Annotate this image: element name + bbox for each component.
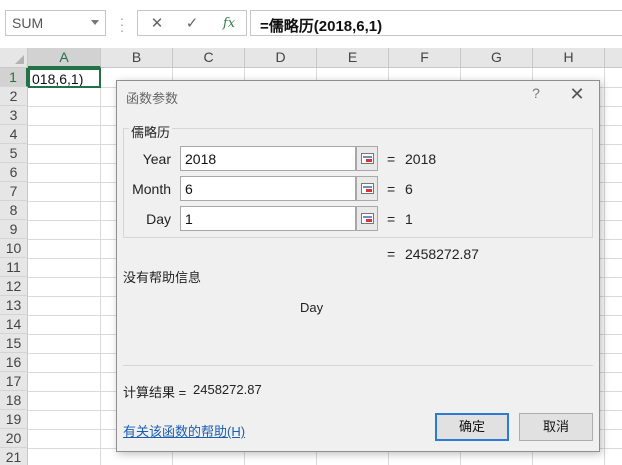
column-header-e[interactable]: E bbox=[317, 48, 389, 68]
row-header-10[interactable]: 10 bbox=[0, 239, 28, 258]
equals-sign: = bbox=[387, 181, 396, 197]
month-input[interactable]: 6 bbox=[180, 176, 356, 201]
current-argument-name: Day bbox=[300, 300, 324, 315]
cancel-icon[interactable]: ✕ bbox=[144, 13, 170, 35]
column-header-f[interactable]: F bbox=[389, 48, 461, 68]
arg-label-day: Day bbox=[146, 211, 171, 227]
dialog-title: 函数参数 bbox=[126, 91, 179, 106]
row-header-2[interactable]: 2 bbox=[0, 87, 28, 106]
column-header-h[interactable]: H bbox=[533, 48, 605, 68]
range-select-icon bbox=[361, 213, 374, 224]
grid-line bbox=[100, 68, 101, 465]
row-header-14[interactable]: 14 bbox=[0, 315, 28, 334]
select-all-icon bbox=[15, 55, 24, 64]
row-header-4[interactable]: 4 bbox=[0, 125, 28, 144]
enter-icon[interactable]: ✓ bbox=[179, 13, 205, 35]
column-header-b[interactable]: B bbox=[101, 48, 173, 68]
row-header-1[interactable]: 1 bbox=[0, 68, 28, 87]
formula-result: 2458272.87 bbox=[405, 246, 479, 262]
equals-sign: = bbox=[387, 246, 396, 262]
calc-result-label: 计算结果 = bbox=[123, 385, 187, 400]
row-header-12[interactable]: 12 bbox=[0, 277, 28, 296]
formula-input[interactable]: =儒略历(2018,6,1) bbox=[250, 10, 622, 36]
equals-sign: = bbox=[387, 211, 396, 227]
cancel-button[interactable]: 取消 bbox=[519, 413, 593, 441]
day-input[interactable]: 1 bbox=[180, 206, 356, 231]
function-arguments-dialog: 函数参数 ? ✕ 儒略历 Year 2018 = 2018 Month 6 = … bbox=[116, 80, 600, 452]
column-header-g[interactable]: G bbox=[461, 48, 533, 68]
row-header-19[interactable]: 19 bbox=[0, 410, 28, 429]
function-help-link[interactable]: 有关该函数的帮助(H) bbox=[123, 421, 245, 440]
drag-handle-icon[interactable]: · · · bbox=[119, 11, 125, 37]
row-header-17[interactable]: 17 bbox=[0, 372, 28, 391]
formula-buttons: ✕ ✓ fx bbox=[137, 10, 247, 36]
close-icon[interactable]: ✕ bbox=[567, 84, 587, 104]
column-header-d[interactable]: D bbox=[245, 48, 317, 68]
calc-result-value: 2458272.87 bbox=[193, 382, 262, 397]
chevron-down-icon[interactable] bbox=[91, 20, 99, 25]
formula-bar: SUM · · · ✕ ✓ fx =儒略历(2018,6,1) bbox=[0, 0, 622, 48]
arg-result-month: 6 bbox=[405, 181, 413, 197]
insert-function-icon[interactable]: fx bbox=[216, 13, 242, 35]
row-header-6[interactable]: 6 bbox=[0, 163, 28, 182]
divider bbox=[123, 365, 593, 366]
row-header-18[interactable]: 18 bbox=[0, 391, 28, 410]
name-box-value: SUM bbox=[12, 15, 44, 31]
function-description: 没有帮助信息 bbox=[123, 270, 202, 285]
arg-label-year: Year bbox=[142, 151, 171, 167]
ok-button[interactable]: 确定 bbox=[435, 413, 509, 441]
row-header-9[interactable]: 9 bbox=[0, 220, 28, 239]
row-header-11[interactable]: 11 bbox=[0, 258, 28, 277]
collapse-dialog-button-month[interactable] bbox=[356, 176, 378, 201]
row-header-21[interactable]: 21 bbox=[0, 448, 28, 465]
range-select-icon bbox=[361, 183, 374, 194]
row-header-8[interactable]: 8 bbox=[0, 201, 28, 220]
name-box[interactable]: SUM bbox=[5, 10, 106, 36]
range-select-icon bbox=[361, 153, 374, 164]
function-name: 儒略历 bbox=[129, 122, 173, 141]
grid-line bbox=[604, 68, 605, 465]
arg-result-day: 1 bbox=[405, 211, 413, 227]
active-cell-a1[interactable]: 018,6,1) bbox=[28, 68, 101, 88]
column-header-c[interactable]: C bbox=[173, 48, 245, 68]
column-header-i[interactable] bbox=[605, 48, 622, 68]
row-header-3[interactable]: 3 bbox=[0, 106, 28, 125]
equals-sign: = bbox=[387, 151, 396, 167]
row-header-7[interactable]: 7 bbox=[0, 182, 28, 201]
excel-window: SUM · · · ✕ ✓ fx =儒略历(2018,6,1) A B C D E … bbox=[0, 0, 622, 465]
arg-result-year: 2018 bbox=[405, 151, 437, 167]
row-header-15[interactable]: 15 bbox=[0, 334, 28, 353]
collapse-dialog-button-year[interactable] bbox=[356, 146, 378, 171]
arg-label-month: Month bbox=[132, 181, 171, 197]
collapse-dialog-button-day[interactable] bbox=[356, 206, 378, 231]
row-header-16[interactable]: 16 bbox=[0, 353, 28, 372]
row-header-5[interactable]: 5 bbox=[0, 144, 28, 163]
select-all-corner[interactable] bbox=[0, 48, 28, 68]
column-header-a[interactable]: A bbox=[28, 48, 101, 68]
row-header-20[interactable]: 20 bbox=[0, 429, 28, 448]
help-icon[interactable]: ? bbox=[527, 85, 545, 101]
year-input[interactable]: 2018 bbox=[180, 146, 356, 171]
row-header-13[interactable]: 13 bbox=[0, 296, 28, 315]
